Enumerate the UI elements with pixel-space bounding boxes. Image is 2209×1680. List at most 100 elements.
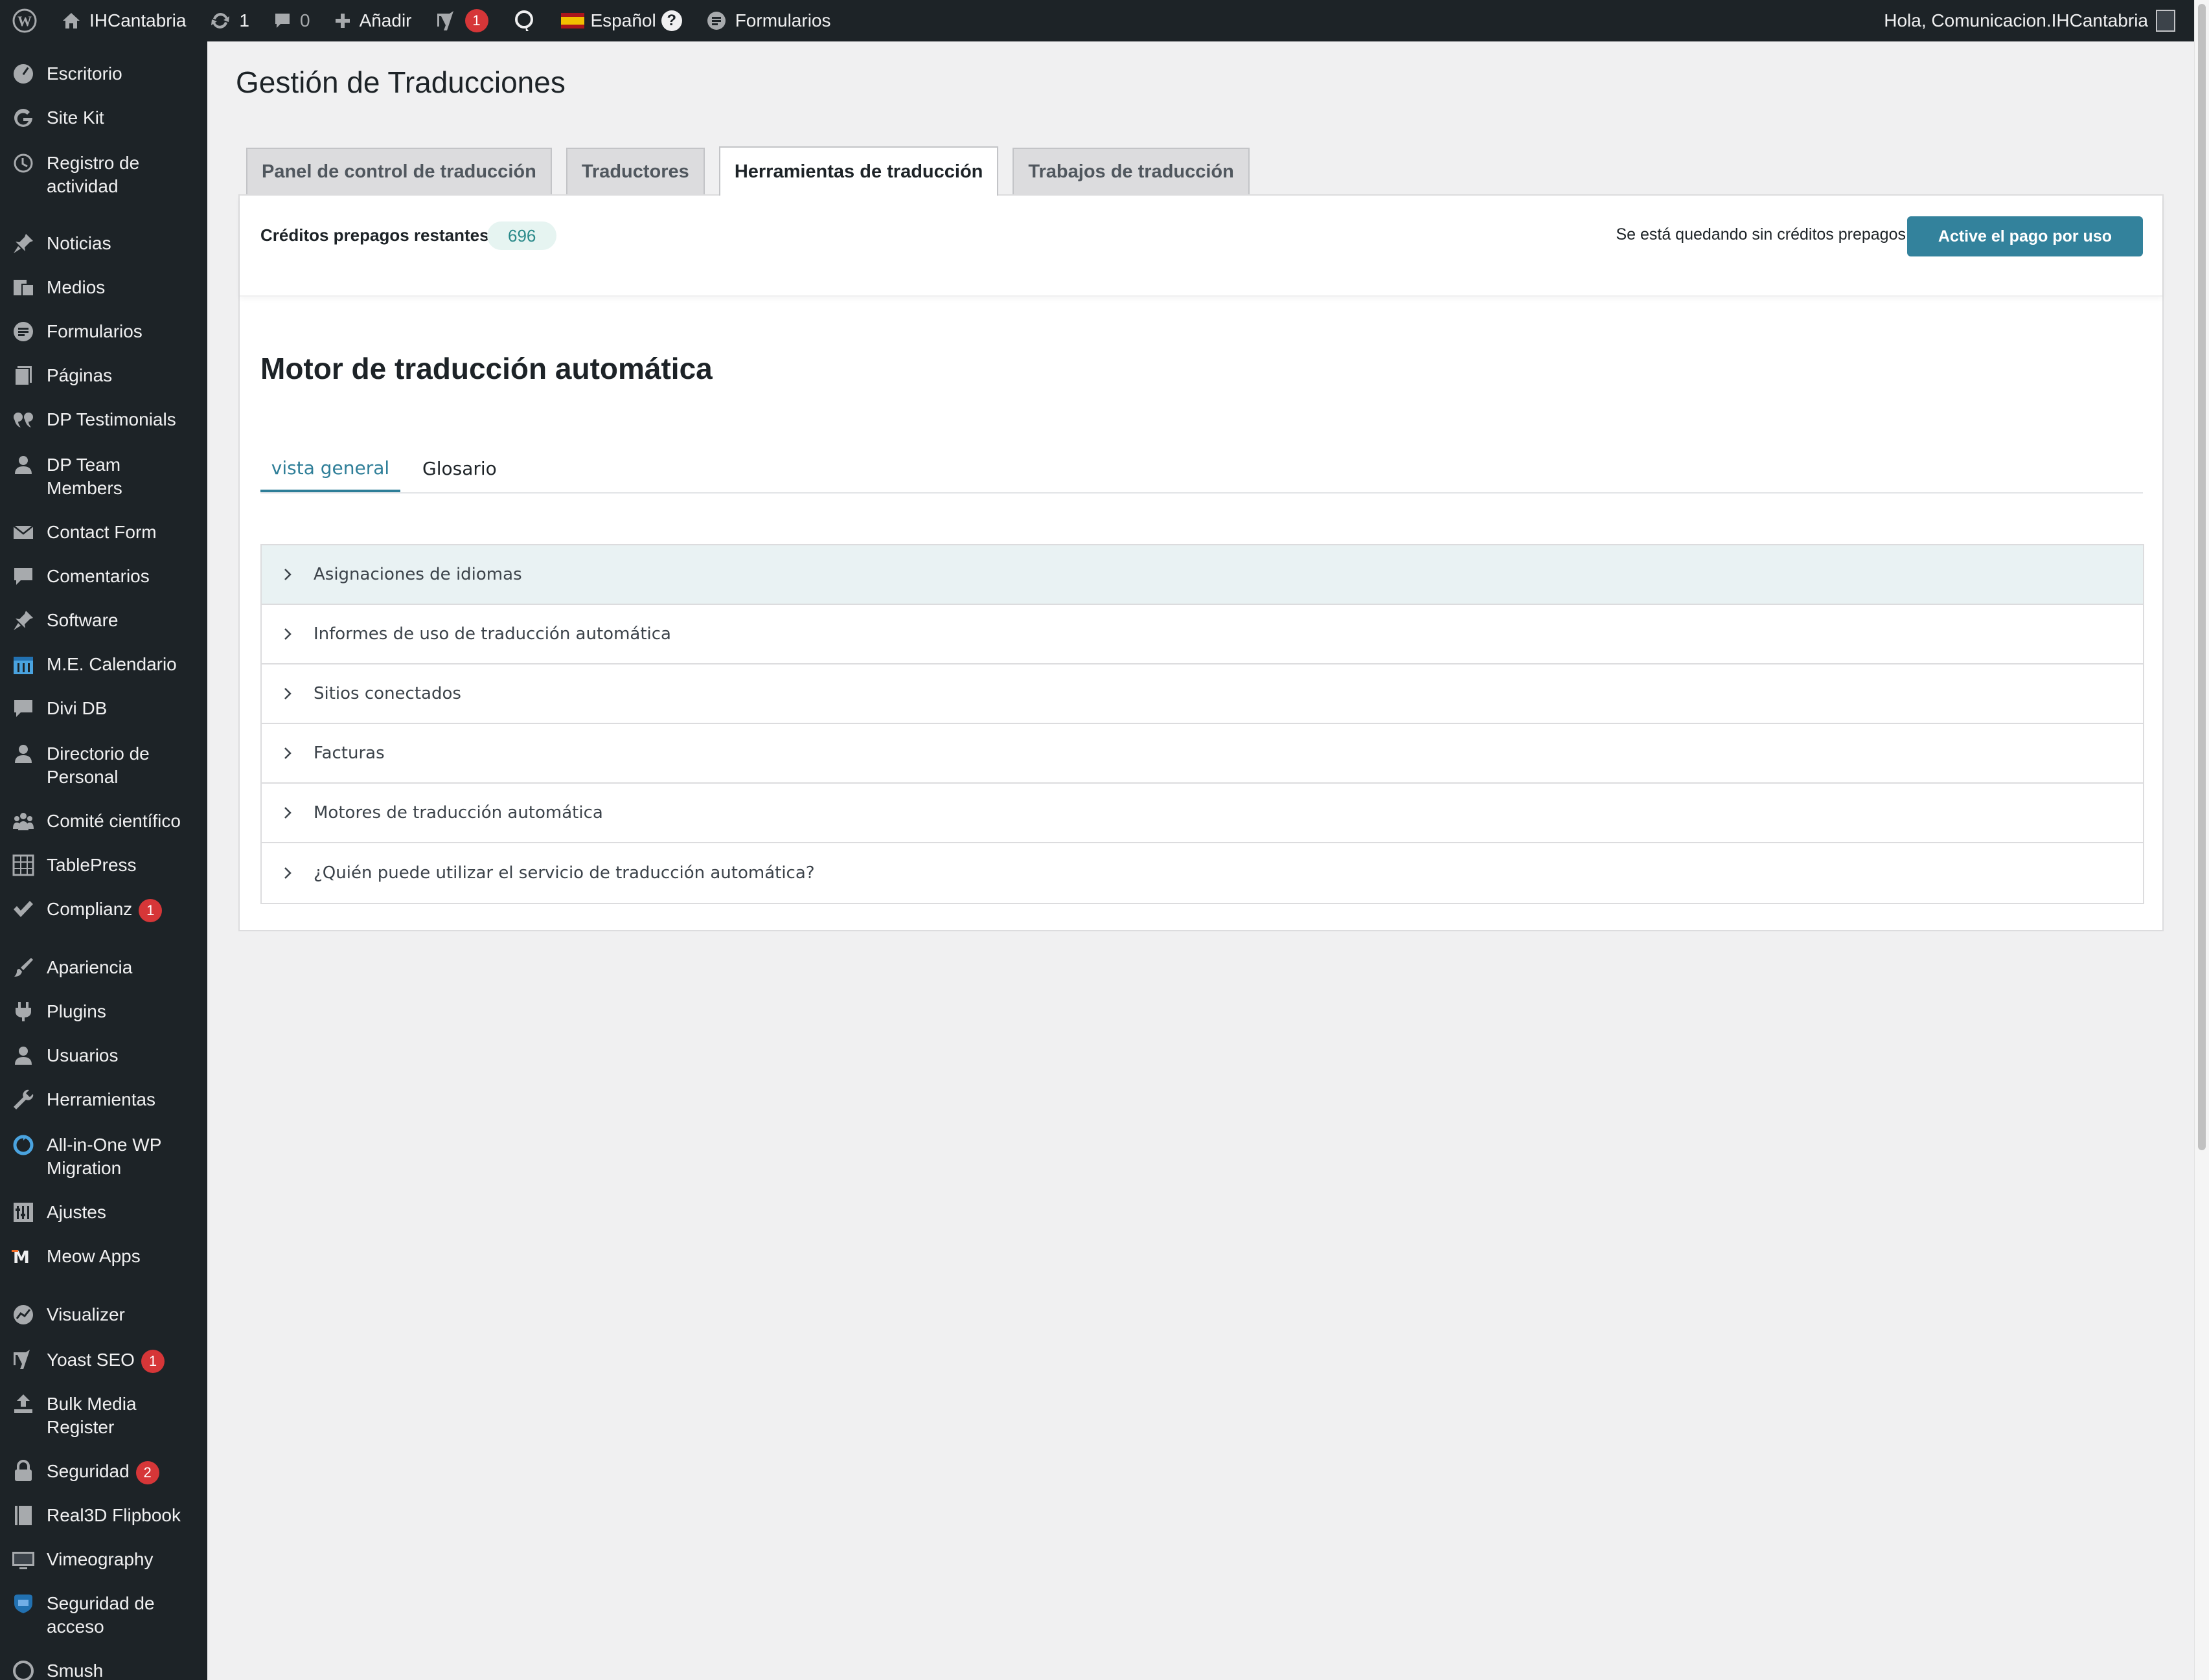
sidebar-item-visualizer[interactable]: Visualizer xyxy=(0,1303,207,1326)
sidebar-item-m-e-calendario[interactable]: M.E. Calendario xyxy=(0,653,207,676)
sidebar-item-label: Seguridad 2 xyxy=(47,1460,207,1484)
sidebar-item-real3d-flipbook[interactable]: Real3D Flipbook xyxy=(0,1504,207,1527)
add-new-link[interactable]: Añadir xyxy=(322,0,424,41)
language-switcher[interactable]: Español ? xyxy=(549,0,694,41)
plus-icon xyxy=(334,12,352,30)
tab-translation-tools[interactable]: Herramientas de traducción xyxy=(718,146,999,196)
sidebar-item-herramientas[interactable]: Herramientas xyxy=(0,1088,207,1111)
sidebar-item-divi-db[interactable]: Divi DB xyxy=(0,697,207,720)
sidebar-item-label: M.E. Calendario xyxy=(47,653,207,676)
chevron-right-icon xyxy=(282,687,295,700)
sidebar-item-usuarios[interactable]: Usuarios xyxy=(0,1044,207,1067)
sidebar-item-yoast-seo[interactable]: Yoast SEO 1 xyxy=(0,1348,207,1373)
sidebar-item-meow-apps[interactable]: M Meow Apps xyxy=(0,1245,207,1268)
section-connected-sites[interactable]: Sitios conectados xyxy=(262,664,2143,724)
tab-translators[interactable]: Traductores xyxy=(566,148,705,194)
sidebar-item-label: Medios xyxy=(47,276,207,299)
comment-bubble-icon xyxy=(273,11,292,30)
sidebar-item-label: Smush xyxy=(47,1659,207,1680)
sidebar-item-vimeography[interactable]: Vimeography xyxy=(0,1548,207,1571)
yoast-toolbar-link[interactable]: 1 xyxy=(424,0,500,41)
sidebar-item-label: Bulk Media Register xyxy=(47,1392,207,1439)
sidebar-item-directorio-de-personal[interactable]: Directorio de Personal xyxy=(0,742,207,789)
sidebar-item-complianz[interactable]: Complianz 1 xyxy=(0,898,207,922)
section-language-mappings[interactable]: Asignaciones de idiomas xyxy=(262,545,2143,605)
wordpress-logo-button[interactable]: W xyxy=(0,0,49,41)
sidebar-item-ajustes[interactable]: Ajustes xyxy=(0,1201,207,1224)
sidebar-item-site-kit[interactable]: Site Kit xyxy=(0,106,207,130)
sidebar-item-text: Seguridad de acceso xyxy=(47,1593,155,1637)
yoast-notification-badge: 1 xyxy=(464,9,488,32)
activate-pay-as-you-go-button[interactable]: Active el pago por uso xyxy=(1906,216,2143,256)
sidebar-item-seguridad-de-acceso[interactable]: Seguridad de acceso xyxy=(0,1592,207,1639)
sidebar-item-apariencia[interactable]: Apariencia xyxy=(0,956,207,979)
greeting-text: Hola, Comunicacion.IHCantabria xyxy=(1884,10,2148,30)
sidebar-item-páginas[interactable]: Páginas xyxy=(0,364,207,387)
group-icon xyxy=(12,810,35,833)
forms-toolbar-link[interactable]: Formularios xyxy=(694,0,843,41)
section-invoices[interactable]: Facturas xyxy=(262,724,2143,784)
sidebar-item-seguridad[interactable]: Seguridad 2 xyxy=(0,1460,207,1484)
comments-link[interactable]: 0 xyxy=(261,0,322,41)
insights-icon xyxy=(512,8,538,34)
table-icon xyxy=(12,854,35,877)
sidebar-item-plugins[interactable]: Plugins xyxy=(0,1000,207,1023)
sidebar-item-registro-de-actividad[interactable]: Registro de actividad xyxy=(0,152,207,198)
sidebar-item-comité-científico[interactable]: Comité científico xyxy=(0,810,207,833)
scrollbar-thumb[interactable] xyxy=(2198,4,2206,1150)
sidebar-item-text: Divi DB xyxy=(47,698,108,718)
migration-icon xyxy=(12,1133,35,1157)
sidebar-item-label: Vimeography xyxy=(47,1548,207,1571)
help-icon[interactable]: ? xyxy=(661,10,682,31)
sidebar-item-contact-form[interactable]: Contact Form xyxy=(0,521,207,544)
credits-label: Créditos prepagos restantes xyxy=(260,225,489,245)
sidebar-item-smush[interactable]: Smush xyxy=(0,1659,207,1680)
meow-icon: M xyxy=(12,1245,35,1268)
sidebar-item-software[interactable]: Software xyxy=(0,609,207,632)
lock-icon xyxy=(12,1460,35,1483)
section-label: Asignaciones de idiomas xyxy=(314,565,522,584)
sidebar-item-dp-team-members[interactable]: DP Team Members xyxy=(0,453,207,500)
subtab-glossary[interactable]: Glosario xyxy=(422,446,497,491)
sidebar-item-all-in-one-wp-migration[interactable]: All-in-One WP Migration xyxy=(0,1133,207,1180)
media-icon xyxy=(12,276,35,299)
section-who-can-use[interactable]: ¿Quién puede utilizar el servicio de tra… xyxy=(262,843,2143,903)
site-name-link[interactable]: IHCantabria xyxy=(49,0,198,41)
sidebar-item-noticias[interactable]: Noticias xyxy=(0,232,207,255)
sidebar-item-text: Real3D Flipbook xyxy=(47,1505,181,1525)
section-label: Motores de traducción automática xyxy=(314,803,603,823)
sidebar-item-text: Contact Form xyxy=(47,522,157,542)
sidebar-item-bulk-media-register[interactable]: Bulk Media Register xyxy=(0,1392,207,1439)
quote-icon xyxy=(12,408,35,431)
sidebar-item-formularios[interactable]: Formularios xyxy=(0,320,207,343)
comment-icon xyxy=(12,697,35,720)
sidebar-item-text: Medios xyxy=(47,277,106,297)
sidebar-item-label: Divi DB xyxy=(47,697,207,720)
sidebar-item-medios[interactable]: Medios xyxy=(0,276,207,299)
sidebar-item-tablepress[interactable]: TablePress xyxy=(0,854,207,877)
section-translation-engines[interactable]: Motores de traducción automática xyxy=(262,784,2143,843)
section-label: Facturas xyxy=(314,744,385,763)
sidebar-item-dp-testimonials[interactable]: DP Testimonials xyxy=(0,408,207,431)
sidebar-item-text: Páginas xyxy=(47,365,113,385)
monsterinsights-link[interactable] xyxy=(500,0,549,41)
sidebar-item-text: Escritorio xyxy=(47,63,122,84)
my-account-menu[interactable]: Hola, Comunicacion.IHCantabria xyxy=(1884,10,2195,32)
sidebar-item-comentarios[interactable]: Comentarios xyxy=(0,565,207,588)
pin-icon xyxy=(12,232,35,255)
calendar-icon xyxy=(12,653,35,676)
section-usage-reports[interactable]: Informes de uso de traducción automática xyxy=(262,605,2143,664)
main-tabs: Panel de control de traducción Traductor… xyxy=(246,146,1264,196)
sidebar-item-text: Yoast SEO xyxy=(47,1350,135,1370)
sidebar-item-label: Noticias xyxy=(47,232,207,255)
tab-dashboard[interactable]: Panel de control de traducción xyxy=(246,148,552,194)
language-label: Español xyxy=(590,10,656,30)
page-scrollbar[interactable] xyxy=(2194,0,2209,1680)
tab-translation-jobs[interactable]: Trabajos de traducción xyxy=(1013,148,1250,194)
add-new-label: Añadir xyxy=(359,10,412,30)
sidebar-item-escritorio[interactable]: Escritorio xyxy=(0,62,207,85)
subtab-overview[interactable]: vista general xyxy=(260,446,400,492)
sidebar-item-text: DP Team Members xyxy=(47,455,122,498)
updates-link[interactable]: 1 xyxy=(198,0,261,41)
sidebar-item-label: Comentarios xyxy=(47,565,207,588)
